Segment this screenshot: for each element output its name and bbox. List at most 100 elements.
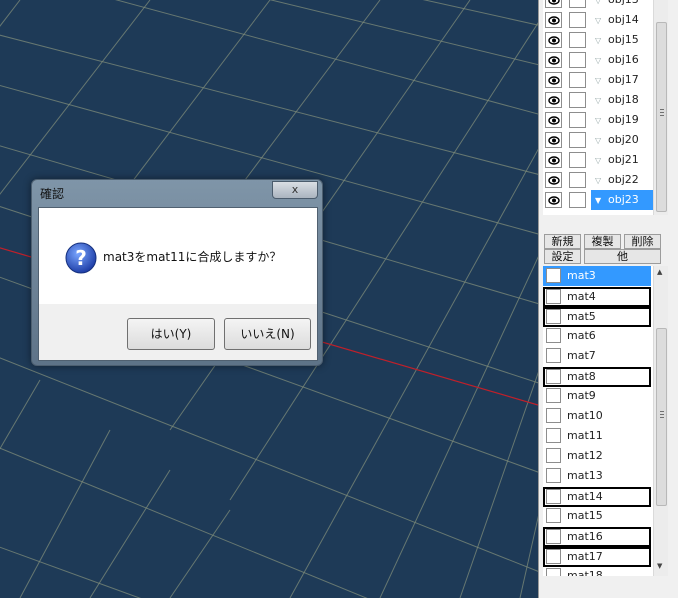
yes-button[interactable]: はい(Y) (127, 318, 215, 350)
triangle-down-icon: ▽ (595, 116, 602, 125)
material-name: mat3 (567, 269, 596, 282)
list-item[interactable]: mat15 (543, 506, 651, 526)
side-panel: ▽ obj13 ▽ obj14 ▽ obj15 ▽ obj16 ▽ obj17 (538, 0, 678, 598)
list-item[interactable]: ▽ obj18 (543, 90, 655, 110)
list-item[interactable]: mat18 (543, 566, 651, 576)
material-checkbox[interactable] (546, 448, 561, 463)
list-item[interactable]: mat9 (543, 386, 651, 406)
scrollbar-thumb[interactable] (656, 22, 667, 212)
list-item[interactable]: mat7 (543, 346, 651, 366)
list-item[interactable]: ▽ obj15 (543, 30, 655, 50)
visibility-toggle[interactable] (545, 32, 562, 48)
lock-toggle[interactable] (569, 172, 586, 188)
visibility-toggle[interactable] (545, 172, 562, 188)
material-checkbox[interactable] (546, 529, 561, 544)
visibility-toggle[interactable] (545, 132, 562, 148)
material-list-scrollbar[interactable]: ▲ ▼ (653, 266, 668, 576)
no-button[interactable]: いいえ(N) (224, 318, 311, 350)
material-checkbox[interactable] (546, 568, 561, 576)
list-item[interactable]: mat17 (543, 547, 651, 567)
material-name: mat18 (567, 569, 603, 576)
svg-text:?: ? (75, 246, 87, 270)
list-item[interactable]: ▽ obj17 (543, 70, 655, 90)
material-checkbox[interactable] (546, 309, 561, 324)
list-item[interactable]: mat5 (543, 307, 651, 327)
dialog-title: 確認 (40, 187, 65, 201)
list-item[interactable]: mat4 (543, 287, 651, 307)
delete-material-button[interactable]: 削除 (624, 234, 661, 249)
list-item-selected[interactable]: ▼ obj23 (543, 190, 655, 210)
lock-toggle[interactable] (569, 92, 586, 108)
visibility-toggle[interactable] (545, 192, 562, 208)
eye-icon (548, 36, 560, 45)
list-item[interactable]: mat16 (543, 527, 651, 547)
list-item[interactable]: ▽ obj13 (543, 0, 655, 10)
material-checkbox[interactable] (546, 468, 561, 483)
lock-toggle[interactable] (569, 72, 586, 88)
visibility-toggle[interactable] (545, 72, 562, 88)
material-checkbox[interactable] (546, 328, 561, 343)
visibility-toggle[interactable] (545, 92, 562, 108)
material-checkbox[interactable] (546, 508, 561, 523)
material-checkbox[interactable] (546, 428, 561, 443)
triangle-down-icon: ▽ (595, 176, 602, 185)
lock-toggle[interactable] (569, 132, 586, 148)
material-checkbox[interactable] (546, 388, 561, 403)
material-other-button[interactable]: 他 (584, 249, 661, 264)
list-item[interactable]: mat12 (543, 446, 651, 466)
scroll-down-icon[interactable]: ▼ (657, 562, 662, 570)
list-item[interactable]: ▽ obj22 (543, 170, 655, 190)
material-name: mat11 (567, 429, 603, 442)
triangle-down-icon: ▽ (595, 136, 602, 145)
material-name: mat6 (567, 329, 596, 342)
material-name: mat16 (567, 530, 603, 543)
list-item[interactable]: mat11 (543, 426, 651, 446)
triangle-down-icon: ▽ (595, 76, 602, 85)
material-checkbox[interactable] (546, 408, 561, 423)
list-item[interactable]: mat13 (543, 466, 651, 486)
eye-icon (548, 136, 560, 145)
material-checkbox[interactable] (546, 549, 561, 564)
list-item[interactable]: mat14 (543, 487, 651, 507)
lock-toggle[interactable] (569, 12, 586, 28)
lock-toggle[interactable] (569, 152, 586, 168)
eye-icon (548, 16, 560, 25)
material-checkbox[interactable] (546, 268, 561, 283)
lock-toggle[interactable] (569, 52, 586, 68)
list-item[interactable]: mat10 (543, 406, 651, 426)
list-item[interactable]: ▽ obj16 (543, 50, 655, 70)
material-name: mat17 (567, 550, 603, 563)
list-item-selected[interactable]: mat3 (543, 266, 651, 286)
object-name: obj19 (608, 113, 639, 126)
material-checkbox[interactable] (546, 369, 561, 384)
visibility-toggle[interactable] (545, 12, 562, 28)
object-list-scrollbar[interactable] (653, 0, 668, 215)
visibility-toggle[interactable] (545, 112, 562, 128)
visibility-toggle[interactable] (545, 0, 562, 8)
list-item[interactable]: ▽ obj14 (543, 10, 655, 30)
eye-icon (548, 116, 560, 125)
visibility-toggle[interactable] (545, 152, 562, 168)
list-item[interactable]: ▽ obj21 (543, 150, 655, 170)
duplicate-material-button[interactable]: 複製 (584, 234, 621, 249)
lock-toggle[interactable] (569, 0, 586, 8)
close-button[interactable]: x (272, 181, 318, 199)
list-item[interactable]: mat8 (543, 367, 651, 387)
scrollbar-thumb[interactable] (656, 328, 667, 506)
lock-toggle[interactable] (569, 192, 586, 208)
visibility-toggle[interactable] (545, 52, 562, 68)
material-settings-button[interactable]: 設定 (544, 249, 581, 264)
lock-toggle[interactable] (569, 112, 586, 128)
lock-toggle[interactable] (569, 32, 586, 48)
scroll-up-icon[interactable]: ▲ (657, 268, 662, 276)
list-item[interactable]: ▽ obj20 (543, 130, 655, 150)
object-list[interactable]: ▽ obj13 ▽ obj14 ▽ obj15 ▽ obj16 ▽ obj17 (543, 0, 661, 215)
material-checkbox[interactable] (546, 489, 561, 504)
triangle-down-icon: ▽ (595, 36, 602, 45)
material-list[interactable]: mat3 mat4 mat5 mat6 mat7 mat8 mat9 mat10… (543, 266, 661, 576)
new-material-button[interactable]: 新規 (544, 234, 581, 249)
material-checkbox[interactable] (546, 289, 561, 304)
list-item[interactable]: ▽ obj19 (543, 110, 655, 130)
material-checkbox[interactable] (546, 348, 561, 363)
list-item[interactable]: mat6 (543, 326, 651, 346)
